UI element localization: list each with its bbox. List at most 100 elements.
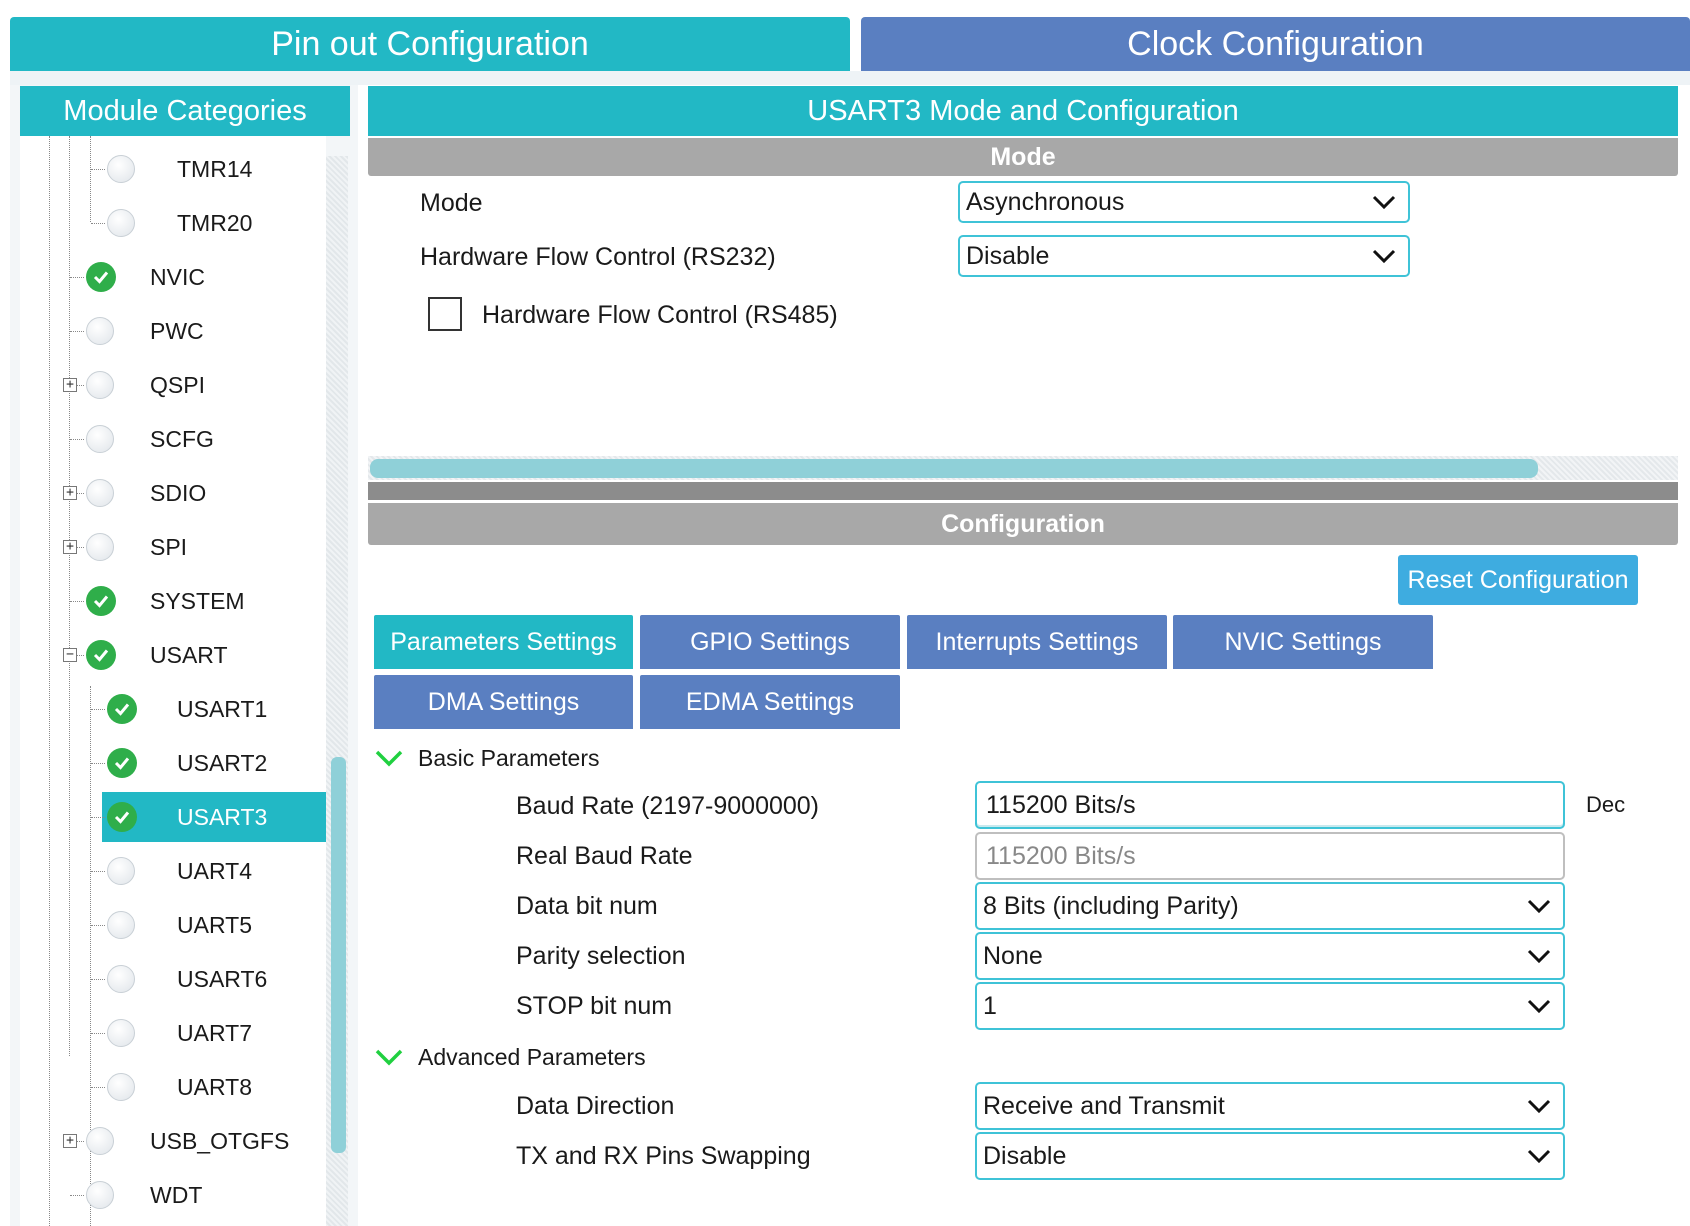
- empty-circle-icon: [107, 857, 135, 885]
- tree-item-label: UART8: [177, 1073, 252, 1100]
- section-splitter[interactable]: [368, 482, 1678, 500]
- tree-item-usart[interactable]: USART: [86, 630, 326, 680]
- real-baud-rate-field: 115200 Bits/s: [975, 832, 1565, 880]
- pins-swapping-value: Disable: [983, 1141, 1067, 1170]
- tree-item-scfg[interactable]: SCFG: [86, 414, 326, 464]
- mode-select[interactable]: Asynchronous: [958, 181, 1410, 223]
- empty-circle-icon: [107, 209, 135, 237]
- tree-item-pwc[interactable]: PWC: [86, 306, 326, 356]
- hfc-rs232-label: Hardware Flow Control (RS232): [420, 243, 776, 271]
- chevron-down-icon: [1527, 949, 1551, 964]
- tree-item-sdio[interactable]: SDIO: [86, 468, 326, 518]
- tree-connector: [91, 817, 105, 818]
- check-circle-icon: [86, 640, 116, 670]
- tab-dma-settings[interactable]: DMA Settings: [374, 675, 633, 729]
- tab-edma-settings[interactable]: EDMA Settings: [640, 675, 900, 729]
- tree-item-usart3[interactable]: USART3: [107, 792, 326, 842]
- tree-item-usart2[interactable]: USART2: [107, 738, 326, 788]
- empty-circle-icon: [86, 479, 114, 507]
- tree-connector: [70, 1195, 84, 1196]
- expand-icon[interactable]: +: [63, 1134, 77, 1148]
- tree-item-label: USART1: [177, 695, 268, 722]
- tab-pinout-configuration[interactable]: Pin out Configuration: [10, 17, 850, 71]
- basic-parameters-group[interactable]: Basic Parameters: [374, 743, 600, 773]
- parity-selection-select[interactable]: None: [975, 932, 1565, 980]
- tree-connector: [91, 223, 105, 224]
- collapse-icon[interactable]: −: [63, 648, 77, 662]
- expand-icon[interactable]: +: [63, 486, 77, 500]
- tab-gpio-settings[interactable]: GPIO Settings: [640, 615, 900, 669]
- tree-item-system[interactable]: SYSTEM: [86, 576, 326, 626]
- tree-connector: [91, 709, 105, 710]
- tree-item-spi[interactable]: SPI: [86, 522, 326, 572]
- tree-item-label: TMR20: [177, 209, 253, 236]
- empty-circle-icon: [86, 533, 114, 561]
- tree-item-label: SCFG: [150, 425, 214, 452]
- chevron-down-icon: [1527, 899, 1551, 914]
- pins-swapping-select[interactable]: Disable: [975, 1132, 1565, 1180]
- tree-item-wdt[interactable]: WDT: [86, 1170, 326, 1220]
- tab-nvic-settings[interactable]: NVIC Settings: [1173, 615, 1433, 669]
- basic-parameters-title: Basic Parameters: [418, 744, 600, 771]
- tree-item-usb_otgfs[interactable]: USB_OTGFS: [86, 1116, 326, 1166]
- tab-clock-configuration[interactable]: Clock Configuration: [861, 17, 1690, 71]
- tree-item-uart8[interactable]: UART8: [107, 1062, 326, 1112]
- empty-circle-icon: [86, 317, 114, 345]
- chevron-down-icon: [1527, 1099, 1551, 1114]
- tree-connector: [70, 601, 84, 602]
- tree-connector: [91, 1087, 105, 1088]
- empty-circle-icon: [107, 911, 135, 939]
- tree-item-tmr20[interactable]: TMR20: [107, 198, 326, 248]
- tree-item-label: QSPI: [150, 371, 205, 398]
- tree-item-label: SPI: [150, 533, 188, 560]
- empty-circle-icon: [86, 1181, 114, 1209]
- configuration-section-bar: Configuration: [368, 503, 1678, 545]
- pins-swapping-label: TX and RX Pins Swapping: [516, 1142, 811, 1170]
- check-circle-icon: [86, 262, 116, 292]
- expand-icon[interactable]: +: [63, 378, 77, 392]
- chevron-down-icon: [1372, 249, 1396, 264]
- tree-item-uart5[interactable]: UART5: [107, 900, 326, 950]
- tree-item-label: USART6: [177, 965, 268, 992]
- tree-item-label: USART2: [177, 749, 268, 776]
- reset-configuration-button[interactable]: Reset Configuration: [1398, 555, 1638, 605]
- data-bit-num-value: 8 Bits (including Parity): [983, 891, 1239, 920]
- tree-item-usart6[interactable]: USART6: [107, 954, 326, 1004]
- tree-item-label: SYSTEM: [150, 587, 245, 614]
- tree-item-qspi[interactable]: QSPI: [86, 360, 326, 410]
- usart3-mode-header: USART3 Mode and Configuration: [368, 86, 1678, 136]
- tree-item-uart7[interactable]: UART7: [107, 1008, 326, 1058]
- hfc-rs485-label: Hardware Flow Control (RS485): [482, 301, 838, 329]
- tree-item-label: USB_OTGFS: [150, 1127, 290, 1154]
- tree-item-uart4[interactable]: UART4: [107, 846, 326, 896]
- data-bit-num-select[interactable]: 8 Bits (including Parity): [975, 882, 1565, 930]
- empty-circle-icon: [107, 155, 135, 183]
- tree-item-tmr14[interactable]: TMR14: [107, 144, 326, 194]
- advanced-parameters-group[interactable]: Advanced Parameters: [374, 1042, 646, 1072]
- tree-line-root: [49, 136, 50, 1226]
- empty-circle-icon: [107, 1073, 135, 1101]
- data-direction-select[interactable]: Receive and Transmit: [975, 1082, 1565, 1130]
- expand-icon[interactable]: +: [63, 540, 77, 554]
- parity-selection-label: Parity selection: [516, 942, 686, 970]
- module-tree: TMR14 TMR20 NVIC PWC + QSPI SCFG + SDIO + SPI SYSTE…: [20, 136, 326, 1226]
- tab-interrupts-settings[interactable]: Interrupts Settings: [907, 615, 1167, 669]
- baud-rate-unit: Dec: [1586, 792, 1626, 817]
- empty-circle-icon: [107, 1019, 135, 1047]
- hfc-rs485-checkbox[interactable]: [428, 297, 462, 331]
- tree-connector: [91, 169, 105, 170]
- baud-rate-input[interactable]: 115200 Bits/s: [975, 781, 1565, 829]
- mode-scrollbar-thumb[interactable]: [370, 459, 1538, 478]
- tree-item-usart1[interactable]: USART1: [107, 684, 326, 734]
- check-circle-icon: [86, 586, 116, 616]
- tab-parameters-settings[interactable]: Parameters Settings: [374, 615, 633, 669]
- stop-bit-num-value: 1: [983, 991, 997, 1020]
- parity-selection-value: None: [983, 941, 1043, 970]
- stop-bit-num-select[interactable]: 1: [975, 982, 1565, 1030]
- data-direction-label: Data Direction: [516, 1092, 675, 1120]
- tree-connector: [70, 331, 84, 332]
- hfc-rs232-select[interactable]: Disable: [958, 235, 1410, 277]
- tree-item-nvic[interactable]: NVIC: [86, 252, 326, 302]
- tree-scrollbar-thumb[interactable]: [331, 757, 346, 1153]
- tree-connector: [91, 871, 105, 872]
